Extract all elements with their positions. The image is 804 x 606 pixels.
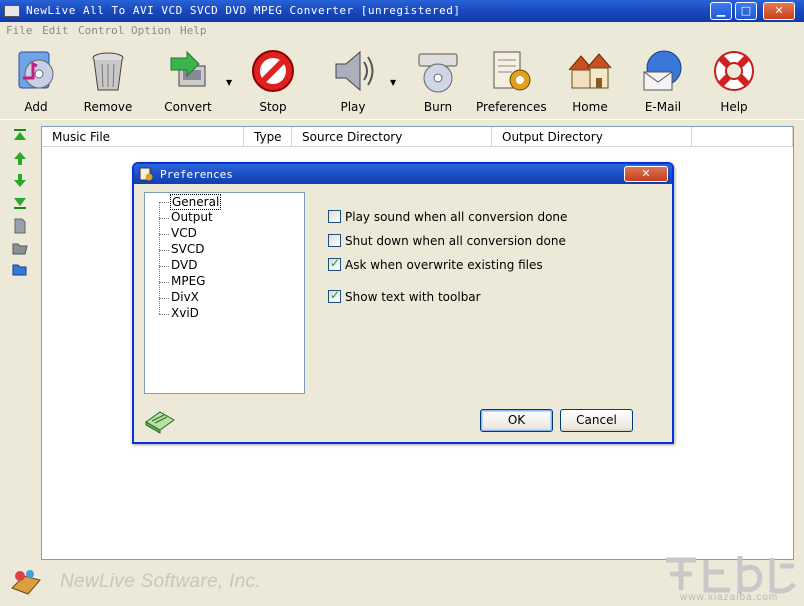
move-up-icon[interactable]: [12, 150, 28, 166]
tree-branch: [159, 266, 169, 267]
stop-button[interactable]: Stop: [239, 48, 307, 116]
play-sound-checkbox[interactable]: [328, 210, 341, 223]
tree-branch: [159, 250, 169, 251]
remove-label: Remove: [83, 100, 133, 114]
close-button[interactable]: ✕: [763, 2, 795, 20]
brand-logo-icon: [10, 568, 44, 599]
menu-help[interactable]: Help: [180, 24, 207, 37]
preferences-label: Preferences: [476, 100, 547, 114]
email-button[interactable]: E-Mail: [629, 48, 697, 116]
menu-option[interactable]: Option: [131, 24, 171, 37]
convert-dropdown-arrow[interactable]: ▼: [226, 79, 234, 87]
tree-item-divx[interactable]: DivX: [170, 290, 200, 306]
burn-button[interactable]: Burn: [404, 48, 472, 116]
tree-branch: [159, 282, 169, 283]
preferences-icon: [488, 48, 534, 94]
check-mark-icon: ✓: [330, 288, 341, 302]
tree-item-general[interactable]: General: [170, 194, 222, 210]
show-text-label: Show text with toolbar: [345, 290, 481, 304]
burn-label: Burn: [423, 100, 453, 114]
tree-item-dvd[interactable]: DVD: [170, 258, 198, 274]
move-down-icon[interactable]: [12, 172, 28, 188]
folder-icon[interactable]: [12, 240, 28, 256]
tree-item-mpeg[interactable]: MPEG: [170, 274, 206, 290]
column-source-directory[interactable]: Source Directory: [292, 127, 492, 147]
preferences-tree[interactable]: General Output VCD SVCD DVD MPEG DivX Xv…: [144, 192, 305, 394]
tree-item-vcd[interactable]: VCD: [170, 226, 198, 242]
trash-icon: [85, 48, 131, 94]
list-sidebar: [6, 124, 36, 284]
tree-branch: [159, 202, 169, 203]
tree-item-xvid[interactable]: XviD: [170, 306, 200, 322]
speaker-icon: [330, 48, 376, 94]
shut-down-label: Shut down when all conversion done: [345, 234, 566, 248]
tree-item-svcd[interactable]: SVCD: [170, 242, 205, 258]
stop-icon: [250, 48, 296, 94]
open-folder-icon[interactable]: [12, 262, 28, 278]
shut-down-checkbox[interactable]: [328, 234, 341, 247]
tree-branch: [159, 234, 169, 235]
remove-button[interactable]: Remove: [74, 48, 142, 116]
show-text-checkbox[interactable]: ✓: [328, 288, 341, 303]
home-button[interactable]: Home: [556, 48, 624, 116]
play-sound-label: Play sound when all conversion done: [345, 210, 568, 224]
watermark-text: www.xiazaiba.com: [680, 592, 779, 603]
minimize-button[interactable]: ▁: [710, 2, 732, 20]
settings-book-icon: [144, 408, 176, 434]
add-label: Add: [24, 100, 48, 114]
menu-file[interactable]: File: [6, 24, 33, 37]
menubar: File Edit Control Option Help: [0, 22, 804, 40]
brand-text: NewLive Software, Inc.: [60, 571, 261, 592]
play-label: Play: [340, 100, 366, 114]
app-icon: [4, 5, 20, 17]
window-titlebar: NewLive All To AVI VCD SVCD DVD MPEG Con…: [0, 0, 804, 22]
preferences-button[interactable]: Preferences: [476, 48, 547, 116]
column-output-directory[interactable]: Output Directory: [492, 127, 692, 147]
move-bottom-icon[interactable]: [12, 194, 28, 210]
dialog-title: Preferences: [160, 168, 233, 181]
cancel-button[interactable]: Cancel: [560, 409, 633, 432]
convert-icon: [165, 48, 211, 94]
ask-overwrite-label: Ask when overwrite existing files: [345, 258, 543, 272]
column-type[interactable]: Type: [244, 127, 292, 147]
menu-edit[interactable]: Edit: [42, 24, 69, 37]
tree-branch: [159, 314, 169, 315]
home-label: Home: [572, 100, 608, 114]
tree-item-output[interactable]: Output: [170, 210, 214, 226]
document-icon[interactable]: [12, 218, 28, 234]
maximize-button[interactable]: □: [735, 2, 757, 20]
add-music-icon: [13, 48, 59, 94]
preferences-title-icon: [139, 167, 153, 181]
menu-control[interactable]: Control: [78, 24, 124, 37]
ask-overwrite-checkbox[interactable]: ✓: [328, 256, 341, 271]
help-button[interactable]: Help: [700, 48, 768, 116]
play-button[interactable]: Play: [319, 48, 387, 116]
check-mark-icon: ✓: [330, 256, 341, 270]
window-title: NewLive All To AVI VCD SVCD DVD MPEG Con…: [26, 4, 461, 17]
tree-branch: [159, 218, 169, 219]
email-label: E-Mail: [644, 100, 682, 114]
email-icon: [640, 48, 686, 94]
stop-label: Stop: [259, 100, 287, 114]
column-filler: [692, 127, 793, 147]
dialog-close-button[interactable]: ✕: [624, 166, 668, 182]
lifebuoy-icon: [711, 48, 757, 94]
ok-button[interactable]: OK: [480, 409, 553, 432]
preferences-dialog: Preferences ✕ General Output VCD SVCD DV…: [132, 162, 674, 444]
dialog-titlebar: Preferences ✕: [134, 164, 672, 184]
add-button[interactable]: Add: [2, 48, 70, 116]
convert-button[interactable]: Convert: [154, 48, 222, 116]
tree-branch: [159, 298, 169, 299]
move-top-icon[interactable]: [12, 128, 28, 144]
convert-label: Convert: [164, 100, 212, 114]
help-label: Help: [720, 100, 748, 114]
home-icon: [567, 48, 613, 94]
toolbar: Add Remove Convert ▼ Stop Play ▼ Burn Pr…: [0, 40, 804, 120]
play-dropdown-arrow[interactable]: ▼: [390, 79, 398, 87]
column-music-file[interactable]: Music File: [42, 127, 244, 147]
cd-burner-icon: [415, 48, 461, 94]
